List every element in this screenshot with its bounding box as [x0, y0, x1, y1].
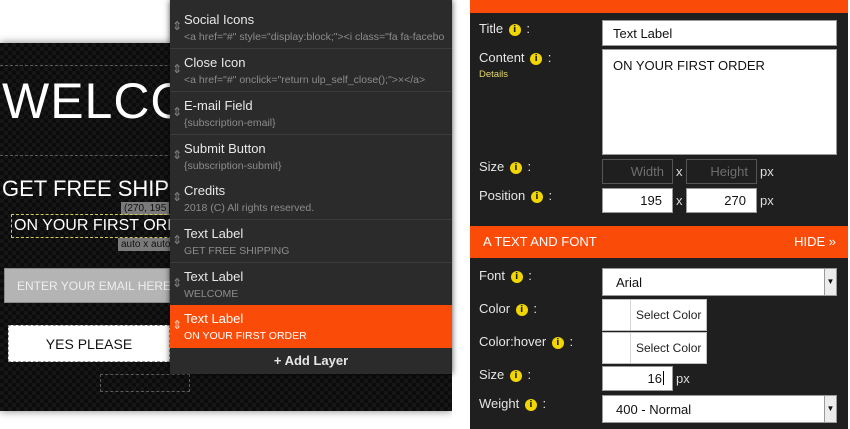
layer-item-submit-button[interactable]: ⇕ Submit Button {subscription-submit} [170, 135, 452, 178]
layer-subtitle: WELCOME [184, 288, 239, 300]
position-left-input[interactable]: 195 [602, 188, 673, 213]
layers-panel: ⇕ Social Icons <a href="#" style="displa… [170, 0, 452, 374]
layer-item-credits[interactable]: ⇕ Credits 2018 (C) All rights reserved. [170, 177, 452, 220]
font-size-label: Size i : [479, 367, 532, 382]
layer-title: Credits [184, 183, 226, 198]
drag-handle-icon[interactable]: ⇕ [172, 318, 182, 332]
layer-title: Social Icons [184, 12, 255, 27]
font-weight-select[interactable]: 400 - Normal ▼ [602, 395, 837, 423]
info-icon[interactable]: i [530, 53, 543, 65]
submit-button-preview[interactable]: YES PLEASE [8, 325, 170, 362]
color-hover-label: Color:hover i : [479, 334, 574, 349]
layer-subtitle: 2018 (C) All rights reserved. [184, 202, 315, 214]
layer-item-social-icons[interactable]: ⇕ Social Icons <a href="#" style="displa… [170, 6, 452, 49]
layer-item-text-shipping[interactable]: ⇕ Text Label GET FREE SHIPPING [170, 220, 452, 263]
info-icon[interactable]: i [509, 162, 522, 174]
position-top-input[interactable]: 270 [686, 188, 757, 213]
color-swatch [603, 300, 631, 330]
color-swatch [603, 333, 631, 363]
add-layer-button[interactable]: + Add Layer [170, 348, 452, 374]
text-caret [663, 371, 664, 385]
layer-title: Submit Button [184, 141, 266, 156]
font-select[interactable]: Arial ▼ [602, 268, 837, 296]
position-separator: x [676, 193, 683, 208]
info-icon[interactable]: i [508, 24, 521, 36]
position-unit: px [760, 193, 774, 208]
drag-handle-icon[interactable]: ⇕ [172, 105, 182, 119]
layer-title: Close Icon [184, 55, 246, 70]
layer-subtitle: ON YOUR FIRST ORDER [184, 330, 307, 342]
font-size-input[interactable]: 16 [602, 366, 673, 391]
position-label: Position i : [479, 188, 553, 203]
drag-handle-icon[interactable]: ⇕ [172, 148, 182, 162]
layer-subtitle: GET FREE SHIPPING [184, 245, 290, 257]
layer-title: Text Label [184, 311, 244, 326]
layer-subtitle: <a href="#" style="display:block;"><i cl… [184, 31, 445, 43]
credits-placeholder[interactable] [100, 374, 190, 392]
section-title: A TEXT AND FONT [483, 234, 597, 249]
content-textarea[interactable]: ON YOUR FIRST ORDER [602, 49, 837, 155]
hover-color-picker-button[interactable]: Select Color [602, 332, 707, 364]
layer-subtitle: <a href="#" onclick="return ulp_self_clo… [184, 74, 426, 86]
welcome-label[interactable]: WELCO [2, 72, 190, 130]
size-separator: x [676, 164, 683, 179]
drag-handle-icon[interactable]: ⇕ [172, 276, 182, 290]
info-icon[interactable]: i [530, 191, 543, 203]
chevron-down-icon[interactable]: ▼ [824, 396, 836, 422]
info-icon[interactable]: i [515, 304, 528, 316]
info-icon[interactable]: i [510, 271, 523, 283]
shipping-label[interactable]: GET FREE SHIP [2, 176, 169, 202]
title-label: Title i : [479, 21, 530, 36]
section-header-strip [470, 0, 848, 13]
info-icon[interactable]: i [509, 370, 522, 382]
drag-handle-icon[interactable]: ⇕ [172, 19, 182, 33]
size-badge: auto x auto [118, 238, 174, 251]
layer-title: E-mail Field [184, 98, 253, 113]
content-label: Content i : [479, 50, 552, 65]
order-label-selected[interactable]: ON YOUR FIRST ORDE [11, 214, 193, 238]
drag-handle-icon[interactable]: ⇕ [172, 233, 182, 247]
drag-handle-icon[interactable]: ⇕ [172, 62, 182, 76]
layer-item-email-field[interactable]: ⇕ E-mail Field {subscription-email} [170, 92, 452, 135]
title-input[interactable]: Text Label [602, 20, 837, 46]
text-and-font-header[interactable]: A TEXT AND FONT HIDE » [470, 226, 848, 258]
info-icon[interactable]: i [524, 399, 537, 411]
font-weight-label: Weight i : [479, 396, 547, 411]
properties-panel: Title i : Text Label Content i : Details… [470, 0, 848, 429]
info-icon[interactable]: i [551, 337, 564, 349]
font-size-unit: px [676, 371, 690, 386]
email-field-preview[interactable]: ENTER YOUR EMAIL HERE [4, 268, 171, 303]
height-input[interactable]: Height [686, 159, 757, 184]
layer-title: Text Label [184, 269, 244, 284]
layer-subtitle: {subscription-submit} [184, 160, 282, 172]
color-label: Color i : [479, 301, 537, 316]
color-picker-button[interactable]: Select Color [602, 299, 707, 331]
size-unit: px [760, 164, 774, 179]
layer-title: Text Label [184, 226, 244, 241]
layer-subtitle: {subscription-email} [184, 117, 276, 129]
drag-handle-icon[interactable]: ⇕ [172, 190, 182, 204]
layer-item-text-welcome[interactable]: ⇕ Text Label WELCOME [170, 263, 452, 306]
size-label: Size i : [479, 159, 532, 174]
width-input[interactable]: Width [602, 159, 673, 184]
hide-toggle[interactable]: HIDE » [794, 234, 836, 249]
font-label: Font i : [479, 268, 532, 283]
chevron-down-icon[interactable]: ▼ [824, 269, 836, 295]
layer-item-close-icon[interactable]: ⇕ Close Icon <a href="#" onclick="return… [170, 49, 452, 92]
layer-item-text-order[interactable]: ⇕ Text Label ON YOUR FIRST ORDER [170, 305, 452, 348]
details-link[interactable]: Details [479, 69, 508, 80]
